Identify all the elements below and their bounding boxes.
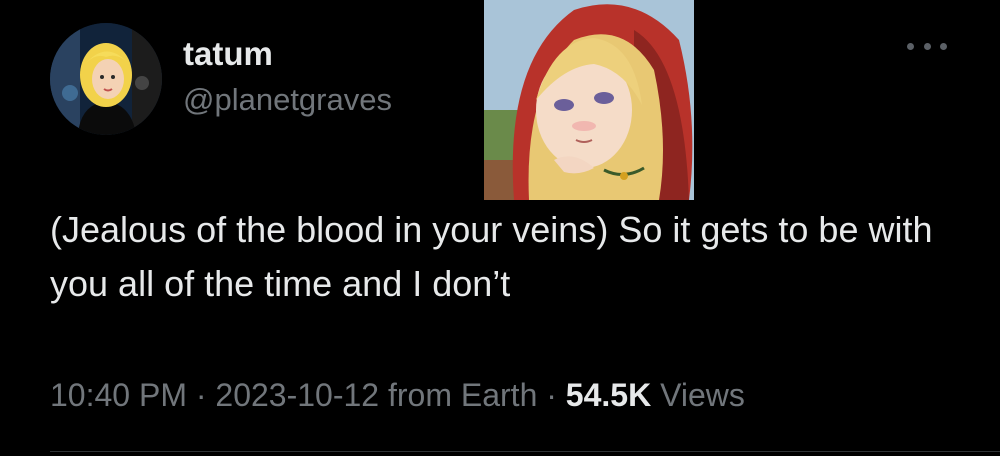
views-count[interactable]: 54.5K [566, 377, 651, 413]
meta-separator: · [546, 377, 557, 413]
more-options-button[interactable] [907, 34, 947, 58]
more-dot-icon [923, 42, 931, 50]
tweet-text: (Jealous of the blood in your veins) So … [50, 209, 933, 304]
tweet-time[interactable]: 10:40 PM [50, 377, 187, 413]
tweet-image[interactable] [484, 0, 694, 200]
author-handle[interactable]: @planetgraves [183, 82, 392, 117]
tweet-date[interactable]: 2023-10-12 [215, 377, 379, 413]
meta-separator: · [195, 377, 207, 413]
anime-character-red-hood-icon [484, 0, 694, 200]
divider [50, 451, 1000, 452]
views-label: Views [660, 377, 745, 413]
tweet-location: from Earth [387, 377, 538, 413]
author-display-name[interactable]: tatum [183, 35, 273, 72]
more-dot-icon [940, 42, 947, 50]
author-avatar[interactable] [50, 23, 162, 135]
tweet-meta: 10:40 PM · 2023-10-12 from Earth · 54.5K… [50, 377, 745, 413]
cartoon-blonde-woman-avatar-icon [50, 23, 162, 135]
more-dot-icon [907, 42, 914, 50]
